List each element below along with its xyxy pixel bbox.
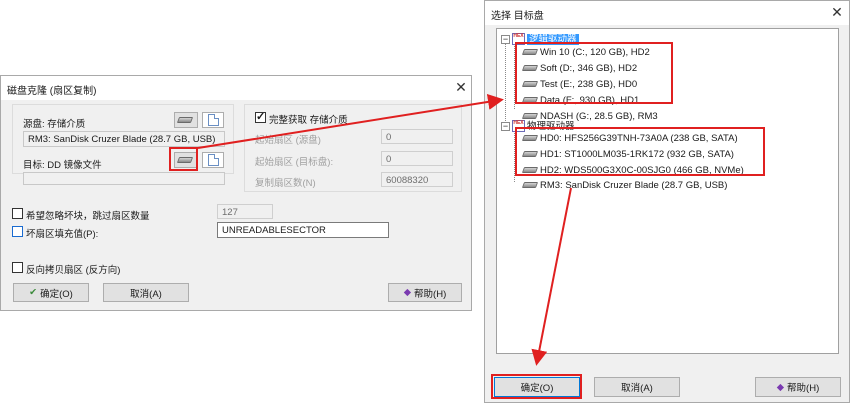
source-drive-button[interactable] [174,112,198,128]
ok-label: 确定(O) [520,383,554,394]
target-drive-button[interactable] [174,152,198,168]
start-sector-target-label: 起始扇区 (目标盘): [255,157,334,168]
target-label: 目标: DD 镜像文件 [23,160,102,171]
skip-bad-checkbox[interactable] [12,208,23,219]
logical-group[interactable]: HEX 逻辑驱动器 [512,31,579,46]
fill-bad-label: 坏扇区填充值(P): [26,229,99,240]
file-icon [207,154,219,166]
hex-icon: HEX [512,33,525,46]
copy-count-field: 60088320 [381,172,453,187]
tree-line [514,127,515,182]
ok-button[interactable]: 确定(O) [494,377,580,397]
logical-drive-label: Soft (D:, 346 GB), HD2 [540,63,638,74]
physical-drive-item[interactable]: RM3: SanDisk Cruzer Blade (28.7 GB, USB) [521,180,728,191]
cancel-button[interactable]: 取消(A) [594,377,680,397]
fill-bad-field[interactable]: UNREADABLESECTOR [217,222,389,238]
logical-drive-label: Data (F:, 930 GB), HD1 [540,95,640,106]
ok-button[interactable]: ✔ 确定(O) [13,283,89,302]
drive-icon [521,81,539,88]
physical-drive-label: HD0: HFS256G39TNH-73A0A (238 GB, SATA) [540,133,738,144]
help-icon: ◆ [776,381,785,393]
drive-icon [521,49,539,56]
close-icon[interactable]: ✕ [453,79,469,95]
logical-drive-item[interactable]: Soft (D:, 346 GB), HD2 [521,63,638,74]
full-copy-label: 完整获取 存储介质 [269,115,348,126]
usb-drive-icon [521,182,539,189]
disk-clone-dialog: 磁盘克隆 (扇区复制) ✕ 源盘: 存储介质 RM3: SanDisk Cruz… [0,75,472,311]
drive-icon [521,97,539,104]
ok-label: 确定(O) [40,288,73,300]
physical-drive-item[interactable]: HD2: WDS500G3X0C-00SJG0 (466 GB, NVMe) [521,165,744,176]
logical-drive-item[interactable]: Test (E:, 238 GB), HD0 [521,79,638,90]
skip-bad-label: 希望忽略坏块，跳过扇区数量 [26,211,150,222]
dialog-title: 选择 目标盘 [491,11,544,22]
tree-line [505,41,506,127]
target-value-field [23,172,225,185]
copy-count-label: 复制扇区数(N) [255,178,316,189]
drive-icon [176,117,193,123]
full-copy-checkbox[interactable] [255,110,266,123]
ok-icon: ✔ [29,287,38,298]
reverse-copy-checkbox[interactable] [12,262,23,273]
drive-icon [521,151,539,158]
drive-icon [521,167,539,174]
dialog-titlebar: 选择 目标盘 ✕ [485,1,849,25]
drive-icon [521,135,539,142]
fill-bad-checkbox[interactable] [12,226,23,237]
collapse-logical-icon[interactable]: − [501,35,510,44]
help-label: 帮助(H) [787,383,820,394]
source-label: 源盘: 存储介质 [23,119,86,130]
physical-drive-label: HD1: ST1000LM035-1RK172 (932 GB, SATA) [540,149,734,160]
logical-drive-label: Win 10 (C:, 120 GB), HD2 [540,47,650,58]
reverse-copy-label: 反向拷贝扇区 (反方向) [26,265,121,276]
skip-bad-field: 127 [217,204,273,219]
help-icon: ◆ [403,287,412,298]
logical-drive-item[interactable]: Data (F:, 930 GB), HD1 [521,95,640,106]
hex-icon: HEX [512,120,525,133]
collapse-physical-icon[interactable]: − [501,122,510,131]
tree-line [514,43,515,109]
drive-tree [496,28,839,354]
dialog-title: 磁盘克隆 (扇区复制) [7,86,97,97]
cancel-label: 取消(A) [130,288,162,300]
physical-drive-label: HD2: WDS500G3X0C-00SJG0 (466 GB, NVMe) [540,165,744,176]
start-sector-field: 0 [381,129,453,144]
start-sector-target-field: 0 [381,151,453,166]
select-target-dialog: 选择 目标盘 ✕ − HEX 逻辑驱动器 Win 10 (C:, 120 GB),… [484,0,850,403]
source-file-button[interactable] [202,112,224,128]
logical-drive-item[interactable]: Win 10 (C:, 120 GB), HD2 [521,47,650,58]
help-label: 帮助(H) [414,288,447,300]
physical-group-label: 物理驱动器 [527,121,575,132]
dialog-titlebar: 磁盘克隆 (扇区复制) ✕ [1,76,471,100]
physical-drive-item[interactable]: HD0: HFS256G39TNH-73A0A (238 GB, SATA) [521,133,738,144]
physical-group[interactable]: HEX 物理驱动器 [512,118,575,133]
help-button[interactable]: ◆ 帮助(H) [755,377,841,397]
file-icon [207,114,219,126]
target-file-button[interactable] [202,152,224,168]
drive-icon [176,157,193,163]
cancel-button[interactable]: 取消(A) [103,283,189,302]
physical-drive-label: RM3: SanDisk Cruzer Blade (28.7 GB, USB) [540,180,728,191]
close-icon[interactable]: ✕ [829,4,845,20]
help-button[interactable]: ◆ 帮助(H) [388,283,462,302]
cancel-label: 取消(A) [621,383,653,394]
start-sector-label: 起始扇区 (源盘) [255,135,321,146]
source-value-field: RM3: SanDisk Cruzer Blade (28.7 GB, USB) [23,131,225,147]
physical-drive-item[interactable]: HD1: ST1000LM035-1RK172 (932 GB, SATA) [521,149,734,160]
drive-icon [521,65,539,72]
logical-group-label: 逻辑驱动器 [527,34,579,45]
logical-drive-label: Test (E:, 238 GB), HD0 [540,79,638,90]
